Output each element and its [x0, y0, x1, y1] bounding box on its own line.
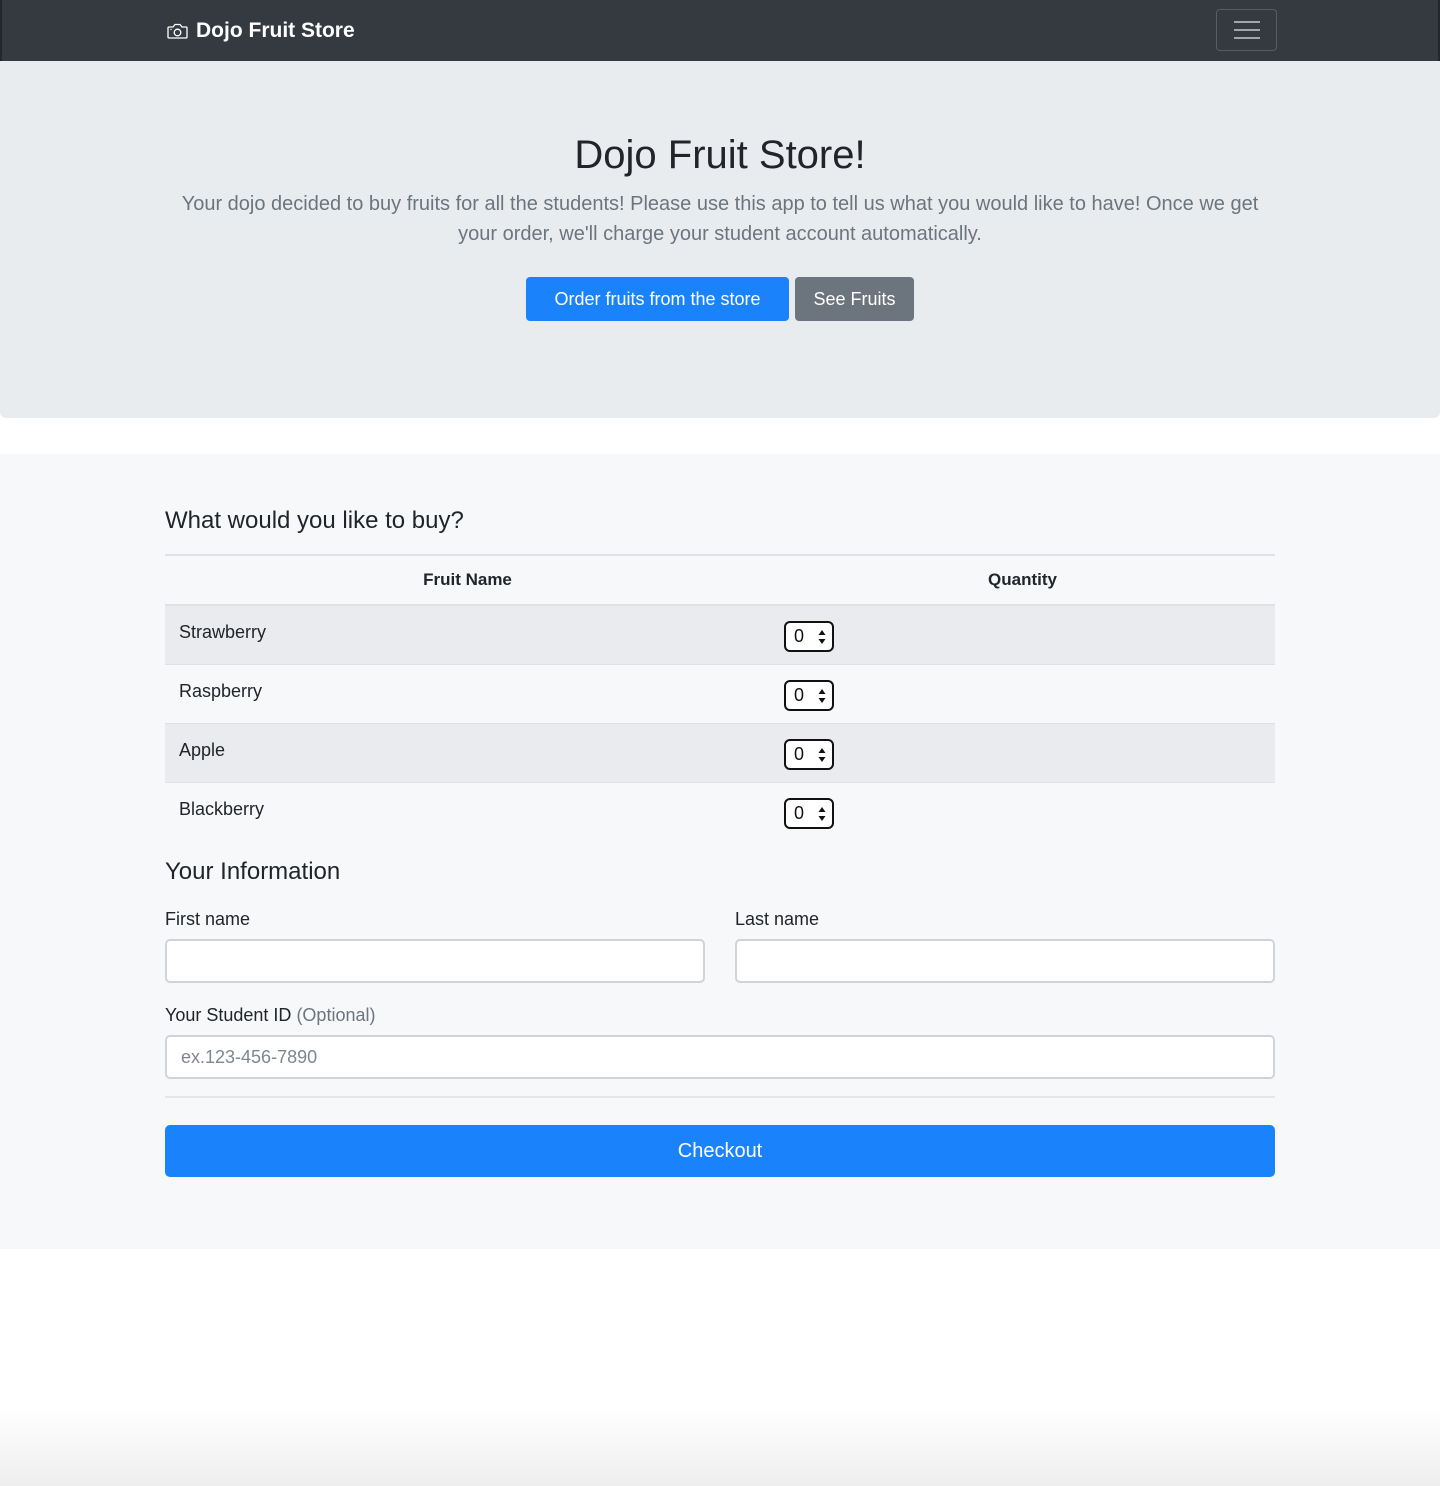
order-fruits-button[interactable]: Order fruits from the store	[526, 277, 789, 321]
first-name-label: First name	[165, 909, 251, 929]
hero-lead-text: Your dojo decided to buy fruits for all …	[181, 193, 1259, 245]
optional-hint: (Optional)	[296, 1005, 376, 1025]
table-row: Apple 0	[165, 724, 1275, 783]
column-header-quantity: Quantity	[988, 570, 1057, 589]
navbar: Dojo Fruit Store	[0, 0, 1440, 61]
quantity-stepper-blackberry[interactable]: 0	[784, 798, 834, 829]
table-row: Raspberry 0	[165, 665, 1275, 724]
form-divider	[165, 1096, 1275, 1098]
brand-link[interactable]: Dojo Fruit Store	[167, 0, 355, 61]
quantity-stepper-apple[interactable]: 0	[784, 739, 834, 770]
fruit-name-strawberry: Strawberry	[179, 622, 267, 642]
your-information-title: Your Information	[165, 858, 341, 885]
navbar-toggler-button[interactable]	[1216, 9, 1277, 51]
stepper-arrows-icon[interactable]	[818, 688, 826, 704]
stepper-arrows-icon[interactable]	[818, 806, 826, 822]
order-form-section: What would you like to buy? Fruit Name Q…	[0, 454, 1440, 1249]
quantity-value: 0	[794, 803, 805, 823]
quantity-value: 0	[794, 626, 805, 646]
fruit-name-apple: Apple	[179, 740, 226, 760]
quantity-value: 0	[794, 744, 805, 764]
last-name-label: Last name	[735, 909, 820, 929]
checkout-button[interactable]: Checkout	[165, 1125, 1275, 1177]
quantity-value: 0	[794, 685, 805, 705]
quantity-stepper-raspberry[interactable]: 0	[784, 680, 834, 711]
see-fruits-button[interactable]: See Fruits	[795, 277, 914, 321]
order-section-title: What would you like to buy?	[165, 507, 464, 534]
page-bottom-shadow	[0, 1410, 1440, 1486]
table-header: Fruit Name Quantity	[165, 556, 1275, 606]
hero-button-group: Order fruits from the store See Fruits	[0, 277, 1440, 321]
student-id-field[interactable]	[165, 1035, 1275, 1079]
quantity-stepper-strawberry[interactable]: 0	[784, 621, 834, 652]
first-name-field[interactable]	[165, 939, 705, 983]
camera-icon	[167, 23, 188, 39]
fruit-name-blackberry: Blackberry	[179, 799, 265, 819]
column-header-fruit-name: Fruit Name	[423, 570, 512, 589]
stepper-arrows-icon[interactable]	[818, 747, 826, 763]
hamburger-menu-icon	[1233, 21, 1260, 39]
fruit-name-raspberry: Raspberry	[179, 681, 263, 701]
last-name-field[interactable]	[735, 939, 1275, 983]
student-id-label-text: Your Student ID	[165, 1005, 292, 1025]
stepper-arrows-icon[interactable]	[818, 629, 826, 645]
table-row: Blackberry 0	[165, 783, 1275, 842]
hero-title: Dojo Fruit Store!	[574, 133, 866, 177]
fruit-table: Fruit Name Quantity Strawberry 0 Raspber…	[165, 554, 1275, 842]
brand-text: Dojo Fruit Store	[196, 18, 355, 42]
table-row: Strawberry 0	[165, 606, 1275, 665]
student-id-label: Your Student ID (Optional)	[165, 1005, 375, 1026]
hero-jumbotron: Dojo Fruit Store! Your dojo decided to b…	[0, 61, 1440, 418]
